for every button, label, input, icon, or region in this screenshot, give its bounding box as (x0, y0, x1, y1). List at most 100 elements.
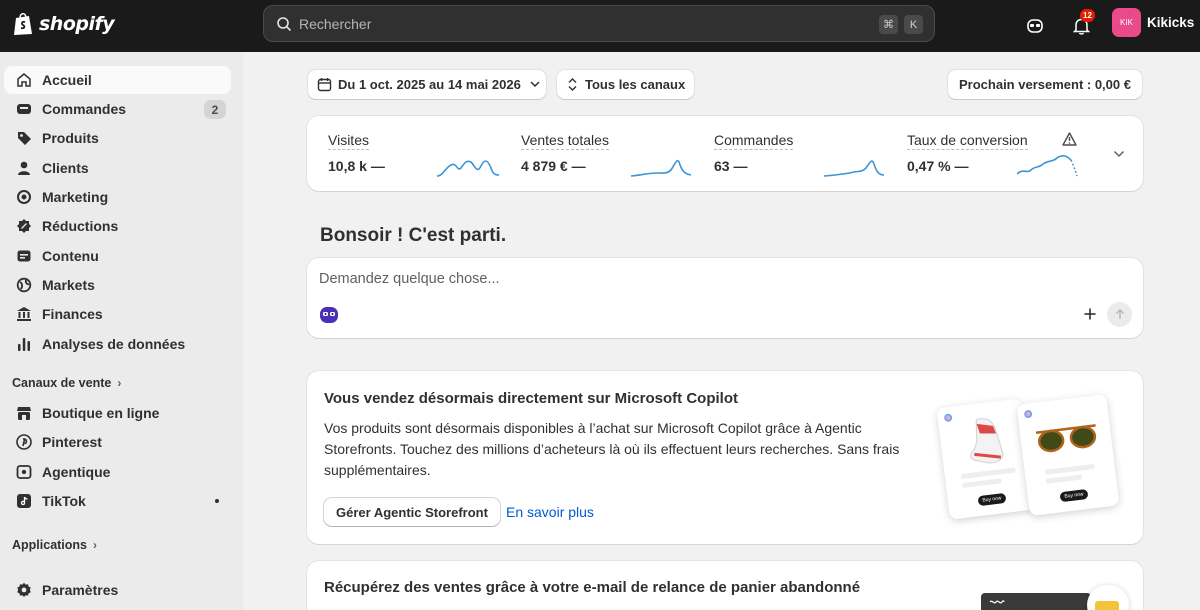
sidebar-item-contenu[interactable]: Contenu (4, 242, 231, 270)
sidebar-item-label: Boutique en ligne (42, 405, 160, 421)
tag-icon (16, 130, 32, 146)
search-bar[interactable]: ⌘ K (263, 5, 935, 42)
sidebar-item-label: Agentique (42, 464, 111, 480)
copilot-icon (944, 413, 953, 422)
sunglasses-image (1035, 424, 1097, 453)
store-avatar: KIK (1112, 8, 1141, 37)
promo-description: Vos produits sont désormais disponibles … (324, 420, 900, 478)
sidebar-item-commandes[interactable]: Commandes 2 (4, 95, 231, 123)
sidebar-item-pinterest[interactable]: Pinterest (4, 428, 231, 456)
arrow-up-icon (1115, 309, 1124, 319)
calendar-icon (317, 78, 332, 92)
search-icon (277, 16, 292, 31)
sidebar-item-label: Pinterest (42, 434, 102, 450)
sidebar-item-boutique-en-ligne[interactable]: Boutique en ligne (4, 399, 231, 427)
metric-value-text: 4 879 € (521, 158, 568, 174)
command-key: ⌘ (879, 15, 898, 34)
learn-more-link[interactable]: En savoir plus (506, 504, 594, 520)
sidebar-item-label: Analyses de données (42, 336, 186, 352)
squiggle-icon (989, 600, 1005, 604)
placeholder-line (1045, 474, 1083, 484)
sidekick-button[interactable] (1022, 13, 1048, 39)
copilot-promo-card: Vous vendez désormais directement sur Mi… (307, 371, 1143, 544)
metric-commandes[interactable]: Commandes 63 — (714, 132, 794, 174)
logo-text: shopify (39, 12, 115, 35)
chevron-down-icon[interactable] (1113, 150, 1125, 158)
sidebar-item-tiktok[interactable]: TikTok (4, 487, 231, 515)
buy-now-badge: Buy now (977, 492, 1007, 507)
sidebar-item-label: Finances (42, 306, 103, 322)
sidebar-item-markets[interactable]: Markets (4, 271, 231, 299)
payout-label: Prochain versement : 0,00 € (959, 77, 1131, 92)
inbox-icon (16, 101, 32, 117)
sidebar-item-analyses[interactable]: Analyses de données (4, 330, 231, 358)
payout-button[interactable]: Prochain versement : 0,00 € (948, 70, 1142, 99)
sidebar-item-label: Contenu (42, 248, 99, 264)
cart-illustration-badge (1087, 585, 1129, 610)
send-button[interactable] (1107, 302, 1132, 327)
agentic-icon (16, 464, 32, 480)
tiktok-icon (16, 493, 32, 509)
metric-value: 10,8 k — (328, 158, 385, 174)
manage-agentic-storefront-button[interactable]: Gérer Agentic Storefront (324, 498, 500, 526)
metric-value-text: 10,8 k (328, 158, 367, 174)
metric-conversion[interactable]: Taux de conversion 0,47 % — (907, 132, 1028, 174)
globe-icon (16, 277, 32, 293)
abandoned-cart-card: Récupérez des ventes grâce à votre e-mai… (307, 561, 1143, 610)
sidebar-item-parametres[interactable]: Paramètres (4, 576, 231, 604)
store-menu-button[interactable]: KIK Kikicks (1112, 8, 1194, 37)
metric-label: Visites (328, 132, 369, 150)
sidebar-item-marketing[interactable]: Marketing (4, 183, 231, 211)
sidebar-item-agentique[interactable]: Agentique (4, 458, 231, 486)
person-icon (16, 160, 32, 176)
top-bar: shopify ⌘ K 12 KIK Kikicks (0, 0, 1200, 52)
metric-ventes[interactable]: Ventes totales 4 879 € — (521, 132, 609, 174)
metric-value: 63 — (714, 158, 747, 174)
channels-button[interactable]: Tous les canaux (557, 70, 694, 99)
sidebar-item-clients[interactable]: Clients (4, 154, 231, 182)
assistant-card[interactable] (307, 258, 1143, 338)
date-range-label: Du 1 oct. 2025 au 14 mai 2026 (338, 77, 521, 92)
sidebar-item-reductions[interactable]: Réductions (4, 212, 231, 240)
add-icon[interactable] (1084, 308, 1096, 320)
chevron-down-icon (530, 81, 540, 88)
sales-channels-header[interactable]: Canaux de vente › (12, 376, 121, 390)
email-illustration (981, 593, 1091, 610)
sidebar-item-accueil[interactable]: Accueil (4, 66, 231, 94)
shopify-logo[interactable]: shopify (12, 11, 115, 36)
sidebar-item-finances[interactable]: Finances (4, 300, 231, 328)
promo-title: Récupérez des ventes grâce à votre e-mai… (324, 579, 861, 596)
promo-title: Vous vendez désormais directement sur Mi… (324, 390, 738, 407)
placeholder-line (961, 478, 1003, 489)
sidebar-item-label: Réductions (42, 218, 119, 234)
chart-bar-icon (16, 336, 32, 352)
channels-label: Tous les canaux (585, 77, 686, 92)
sparkline-commandes (824, 160, 884, 177)
product-card-sunglasses: Buy now (1016, 393, 1120, 517)
metric-label: Commandes (714, 132, 794, 150)
metrics-card[interactable]: Visites 10,8 k — Ventes totales 4 879 € … (307, 116, 1143, 191)
trend-indicator: — (571, 158, 586, 174)
greeting-title: Bonsoir ! C'est parti. (320, 225, 507, 246)
store-icon (16, 405, 32, 421)
applications-header[interactable]: Applications › (12, 538, 97, 552)
trend-indicator: — (733, 158, 748, 174)
gear-icon (16, 582, 32, 598)
sales-channels-label: Canaux de vente (12, 376, 112, 390)
store-name: Kikicks (1147, 15, 1195, 30)
sidebar-item-produits[interactable]: Produits (4, 124, 231, 152)
sidebar-item-label: Commandes (42, 101, 127, 117)
assistant-input[interactable] (319, 271, 1019, 287)
date-range-button[interactable]: Du 1 oct. 2025 au 14 mai 2026 (308, 70, 546, 99)
metric-label: Taux de conversion (907, 132, 1028, 150)
buy-now-badge: Buy now (1059, 488, 1089, 503)
chevron-right-icon: › (93, 538, 98, 552)
copilot-illustration: Buy now Buy now (933, 393, 1133, 538)
metric-value: 4 879 € — (521, 158, 586, 174)
sneaker-image (970, 418, 1004, 464)
metric-label: Ventes totales (521, 132, 609, 150)
sparkline-ventes (631, 159, 691, 177)
content-icon (16, 248, 32, 264)
metric-visites[interactable]: Visites 10,8 k — (328, 132, 385, 174)
search-input[interactable] (299, 15, 859, 32)
